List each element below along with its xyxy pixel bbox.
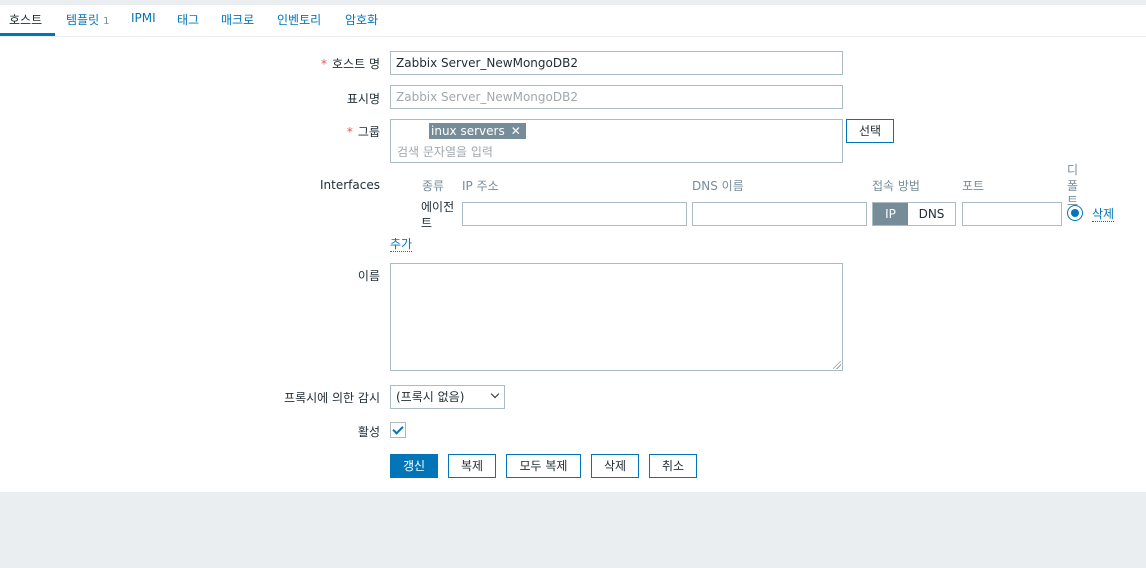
proxy-label: 프록시에 의한 감시 <box>284 391 380 405</box>
tab-templates-label: 템플릿 <box>66 13 100 27</box>
tab-bar: 호스트 템플릿 1 IPMI 태그 매크로 인벤토리 암호화 <box>0 5 1146 37</box>
iface-col-ip: IP 주소 <box>462 179 499 193</box>
description-textarea[interactable] <box>390 263 843 371</box>
tab-inventory[interactable]: 인벤토리 <box>277 11 321 28</box>
clone-button[interactable]: 복제 <box>448 454 496 478</box>
delete-button[interactable]: 삭제 <box>591 454 639 478</box>
iface-ip-input[interactable] <box>462 202 687 226</box>
host-name-label-text: 호스트 명 <box>332 57 380 71</box>
visible-name-label: 표시명 <box>346 92 380 106</box>
iface-dns-input[interactable] <box>692 202 867 226</box>
enabled-checkbox[interactable] <box>390 422 406 438</box>
group-chip: inux servers ✕ <box>429 123 526 139</box>
tab-templates[interactable]: 템플릿 1 <box>66 11 110 28</box>
proxy-selected-value: (프록시 없음) <box>396 390 465 404</box>
cancel-button[interactable]: 취소 <box>649 454 697 478</box>
groups-search-placeholder[interactable]: 검색 문자열을 입력 <box>397 143 493 160</box>
iface-col-default-1: 디 <box>1067 163 1079 177</box>
tab-ipmi[interactable]: IPMI <box>131 11 156 25</box>
group-chip-label: inux servers <box>431 124 505 138</box>
iface-col-port: 포트 <box>962 179 985 193</box>
tab-macros[interactable]: 매크로 <box>221 11 254 28</box>
iface-col-type: 종류 <box>422 179 445 193</box>
groups-label: * 그룹 <box>347 123 380 140</box>
tab-host[interactable]: 호스트 <box>9 11 42 28</box>
resize-grip-icon[interactable] <box>833 361 841 369</box>
interfaces-label: Interfaces <box>320 178 380 192</box>
full-clone-button[interactable]: 모두 복제 <box>506 454 581 478</box>
groups-multiselect[interactable]: inux servers ✕ 검색 문자열을 입력 <box>390 119 843 163</box>
host-name-label: * 호스트 명 <box>321 55 380 72</box>
iface-col-connect: 접속 방법 <box>872 179 920 193</box>
iface-type-agent-2: 트 <box>421 216 433 230</box>
select-groups-button[interactable]: 선택 <box>846 119 894 143</box>
iface-port-input[interactable] <box>962 202 1062 226</box>
description-label: 이름 <box>357 269 380 283</box>
host-name-input[interactable]: Zabbix Server_NewMongoDB2 <box>390 51 843 75</box>
required-mark: * <box>346 125 353 139</box>
tab-tags[interactable]: 태그 <box>177 11 199 28</box>
iface-type-agent-1: 에이전 <box>421 200 455 214</box>
iface-connect-toggle: IP DNS <box>872 202 956 226</box>
tab-templates-count: 1 <box>103 16 110 27</box>
connect-ip-button[interactable]: IP <box>873 203 908 225</box>
iface-col-dns: DNS 이름 <box>692 179 744 193</box>
remove-chip-icon[interactable]: ✕ <box>511 124 521 138</box>
active-tab-indicator <box>0 33 55 36</box>
form-panel <box>0 5 1146 492</box>
iface-default-radio[interactable] <box>1067 205 1083 221</box>
enabled-label: 활성 <box>357 425 380 439</box>
groups-label-text: 그룹 <box>357 125 380 139</box>
visible-name-input[interactable]: Zabbix Server_NewMongoDB2 <box>390 85 843 109</box>
chevron-down-icon <box>490 389 500 399</box>
iface-add-link[interactable]: 추가 <box>390 237 413 252</box>
iface-remove-link[interactable]: 삭제 <box>1092 207 1115 222</box>
proxy-select[interactable]: (프록시 없음) <box>390 385 505 409</box>
required-mark: * <box>321 57 328 71</box>
update-button[interactable]: 갱신 <box>390 454 438 478</box>
tab-encryption[interactable]: 암호화 <box>345 11 378 28</box>
connect-dns-button[interactable]: DNS <box>908 203 955 225</box>
